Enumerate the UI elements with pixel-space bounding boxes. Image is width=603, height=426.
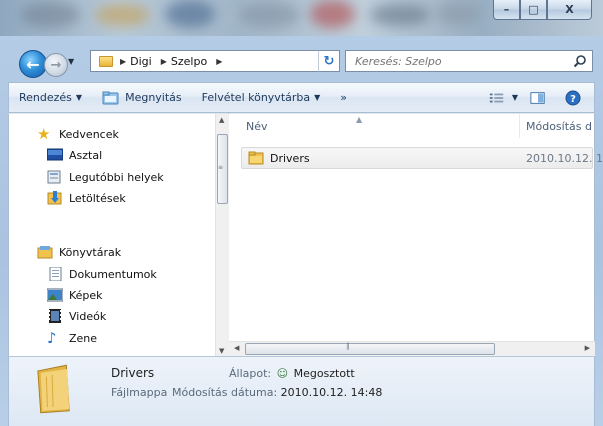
preview-pane-button[interactable]	[524, 86, 557, 109]
sidebar-item-label: Videók	[69, 309, 107, 323]
open-folder-icon	[102, 91, 119, 104]
file-name: Drivers	[270, 151, 310, 165]
sidebar-item-label: Kedvencek	[59, 127, 119, 141]
details-name: Drivers	[111, 366, 155, 380]
forward-button[interactable]: →	[44, 53, 68, 77]
music-note-icon: ♪	[47, 329, 57, 347]
shared-users-icon: ☺	[276, 367, 289, 380]
organize-label: Rendezés	[19, 91, 72, 104]
maximize-button[interactable]: □	[520, 0, 547, 20]
help-icon: ?	[565, 90, 581, 105]
search-box[interactable]	[345, 50, 593, 72]
sidebar-item-label: Képek	[69, 288, 103, 302]
sidebar-item-downloads[interactable]: Letöltések	[47, 188, 126, 208]
file-list-pane: Név ▲ Módosítás d Drivers 2010.10.12. 1 …	[229, 113, 603, 356]
sidebar-item-label: Legutóbbi helyek	[69, 170, 164, 184]
navigation-scrollbar[interactable]: ▲ ≡ ▼	[215, 114, 229, 357]
sidebar-item-documents[interactable]: Dokumentumok	[47, 264, 157, 284]
organize-button[interactable]: Rendezés ▼	[9, 86, 92, 109]
recent-places-icon	[47, 170, 61, 184]
documents-icon	[49, 267, 62, 281]
pictures-icon	[47, 288, 63, 302]
open-label: Megnyitás	[125, 91, 182, 104]
sidebar-item-music[interactable]: ♪ Zene	[47, 328, 97, 348]
details-type: Fájlmappa	[111, 386, 168, 399]
chevron-down-icon: ▼	[75, 93, 83, 102]
search-input[interactable]	[355, 54, 555, 68]
navigation-pane: ★ Kedvencek Asztal Legutóbbi helyek Letö…	[8, 113, 229, 357]
details-state: Állapot: ☺ Megosztott	[229, 367, 355, 380]
folder-icon	[99, 55, 113, 67]
folder-icon	[248, 151, 264, 165]
sidebar-item-pictures[interactable]: Képek	[47, 285, 103, 305]
sidebar-item-videos[interactable]: Videók	[47, 306, 106, 326]
close-button[interactable]: X	[547, 0, 592, 20]
explorer-window: – □ X ← → ▼ ▶ Digi ▶ Szelpo ▶ ▼ ↻ Rendez…	[0, 0, 603, 426]
sidebar-item-libraries[interactable]: Könyvtárak	[37, 242, 121, 262]
chevron-down-icon: ▼	[314, 93, 321, 102]
sidebar-item-desktop[interactable]: Asztal	[47, 145, 102, 165]
scroll-down-icon[interactable]: ▼	[219, 347, 224, 355]
add-to-library-button[interactable]: Felvétel könyvtárba ▼	[192, 86, 331, 109]
add-to-library-label: Felvétel könyvtárba	[201, 91, 311, 104]
open-button[interactable]: Megnyitás	[92, 86, 192, 109]
refresh-icon: ↻	[323, 53, 335, 69]
svg-text:?: ?	[570, 94, 576, 105]
search-icon[interactable]	[573, 54, 587, 68]
column-header-row: Név ▲ Módosítás d	[229, 114, 595, 138]
sidebar-item-favorites[interactable]: ★ Kedvencek	[37, 124, 119, 144]
arrow-left-icon: ←	[26, 54, 40, 74]
scroll-right-icon[interactable]: ▶	[585, 344, 590, 352]
refresh-button[interactable]: ↻	[318, 50, 340, 72]
downloads-icon	[47, 191, 62, 205]
view-list-icon	[489, 93, 504, 102]
sidebar-item-label: Dokumentumok	[69, 267, 157, 281]
sidebar-item-label: Zene	[69, 331, 98, 345]
chevron-down-icon: ▼	[511, 93, 518, 102]
sidebar-item-label: Könyvtárak	[59, 245, 122, 259]
back-button[interactable]: ←	[19, 50, 47, 78]
details-state-value: Megosztott	[293, 367, 355, 380]
large-folder-icon	[37, 364, 70, 414]
minimize-button[interactable]: –	[493, 0, 520, 20]
column-header-modified[interactable]: Módosítás d	[526, 120, 592, 133]
chevron-right-icon[interactable]: ▶	[216, 57, 222, 66]
title-bar: – □ X	[0, 0, 603, 36]
sidebar-item-label: Asztal	[69, 148, 103, 162]
videos-icon	[49, 309, 61, 323]
details-state-label: Állapot:	[229, 367, 272, 380]
more-commands-button[interactable]: »	[330, 86, 357, 109]
horizontal-scrollbar[interactable]: ◀ ‖ ▶	[229, 341, 595, 356]
details-modified-label: Módosítás dátuma:	[172, 386, 278, 399]
column-divider[interactable]	[519, 114, 520, 138]
change-view-button[interactable]: ▼	[483, 86, 524, 109]
grip-icon: ≡	[218, 164, 223, 171]
scrollbar-thumb[interactable]	[245, 343, 495, 355]
preview-pane-icon	[530, 91, 545, 104]
scroll-up-icon[interactable]: ▲	[219, 116, 224, 124]
scroll-left-icon[interactable]: ◀	[234, 344, 239, 352]
breadcrumb-szelpo[interactable]: Szelpo	[171, 55, 207, 68]
details-modified-value: 2010.10.12. 14:48	[280, 386, 383, 399]
star-icon: ★	[37, 125, 51, 143]
file-row[interactable]: Drivers 2010.10.12. 1	[241, 147, 603, 169]
chevron-right-icon[interactable]: ▶	[120, 57, 126, 66]
breadcrumb-digi[interactable]: Digi	[130, 55, 152, 68]
sidebar-item-label: Letöltések	[69, 191, 126, 205]
desktop-icon	[47, 148, 63, 161]
sort-ascending-icon: ▲	[356, 115, 363, 124]
address-bar[interactable]: ▶ Digi ▶ Szelpo ▶ ▼	[90, 50, 338, 72]
help-button[interactable]: ?	[557, 86, 594, 109]
file-modified: 2010.10.12. 1	[526, 151, 603, 165]
arrow-right-icon: →	[50, 57, 62, 73]
chevron-right-icon[interactable]: ▶	[161, 57, 167, 66]
column-header-name[interactable]: Név	[246, 120, 268, 133]
sidebar-item-recent-places[interactable]: Legutóbbi helyek	[47, 167, 164, 187]
libraries-icon	[37, 246, 53, 259]
command-toolbar: Rendezés ▼ Megnyitás Felvétel könyvtárba…	[8, 82, 595, 113]
details-modified: Módosítás dátuma: 2010.10.12. 14:48	[172, 386, 382, 399]
recent-pages-dropdown[interactable]: ▼	[68, 57, 74, 66]
grip-icon: ‖	[346, 342, 350, 350]
